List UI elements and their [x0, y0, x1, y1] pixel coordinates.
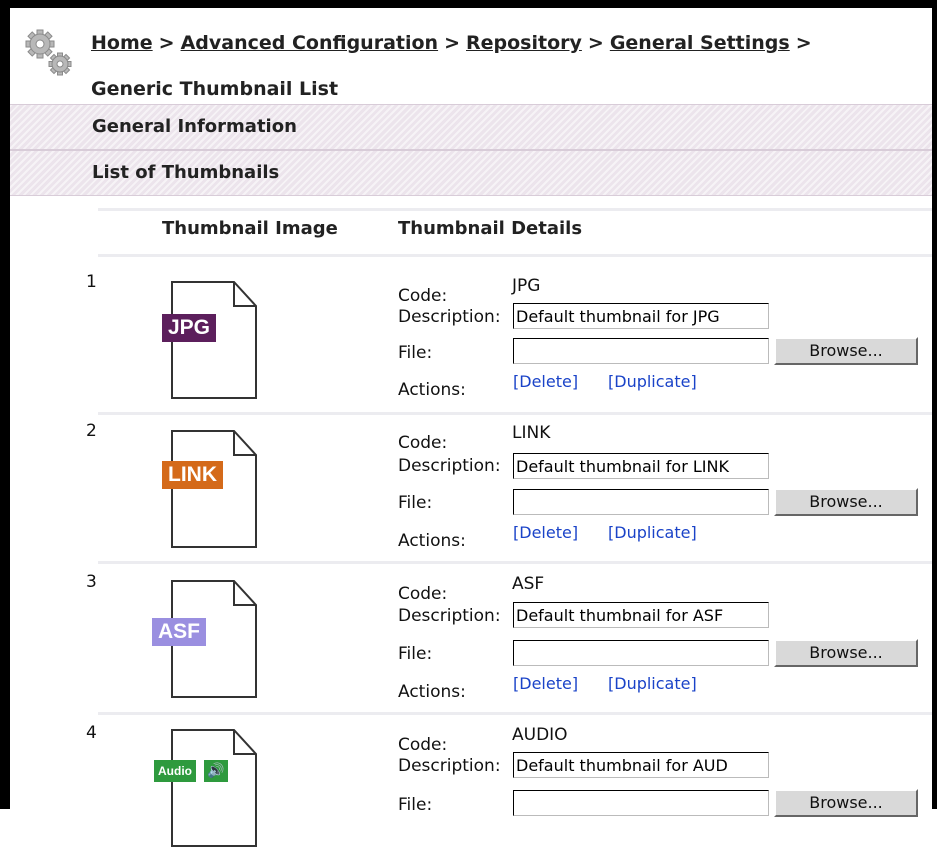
thumbnail-badge: Audio — [154, 760, 196, 782]
breadcrumb-home[interactable]: Home — [91, 32, 153, 54]
description-label: Description: — [398, 307, 501, 327]
code-value: LINK — [512, 423, 551, 443]
window-frame-left — [0, 0, 10, 809]
row-number: 1 — [86, 272, 97, 292]
description-label: Description: — [398, 756, 501, 776]
delete-link[interactable]: [Delete] — [513, 372, 578, 391]
description-label: Description: — [398, 456, 501, 476]
description-input[interactable] — [513, 303, 769, 329]
actions-label: Actions: — [398, 531, 466, 551]
browse-button[interactable]: Browse... — [774, 639, 918, 667]
file-input[interactable] — [513, 489, 769, 515]
thumbnail-badge: JPG — [162, 314, 217, 342]
file-label: File: — [398, 644, 433, 664]
code-label: Code: — [398, 286, 448, 306]
section-general-information[interactable]: General Information — [10, 104, 932, 150]
breadcrumb-separator: > — [795, 32, 812, 54]
divider — [98, 712, 932, 715]
duplicate-link[interactable]: [Duplicate] — [608, 372, 697, 391]
code-label: Code: — [398, 433, 448, 453]
thumbnail-image-audio: Audio 🔊 — [152, 718, 272, 848]
page-title: Generic Thumbnail List — [91, 78, 339, 100]
row-number: 2 — [86, 421, 97, 441]
description-label: Description: — [398, 606, 501, 626]
actions-label: Actions: — [398, 682, 466, 702]
divider — [98, 254, 932, 257]
row-number: 4 — [86, 723, 97, 743]
thumbnail-badge: ASF — [152, 618, 206, 646]
code-label: Code: — [398, 584, 448, 604]
file-input[interactable] — [513, 790, 769, 816]
code-value: ASF — [512, 574, 545, 594]
thumbnail-image-jpg: JPG — [152, 270, 272, 400]
delete-link[interactable]: [Delete] — [513, 674, 578, 693]
breadcrumb-general-settings[interactable]: General Settings — [610, 32, 790, 54]
code-value: AUDIO — [512, 725, 568, 745]
gears-icon — [20, 26, 80, 86]
breadcrumb-advanced-configuration[interactable]: Advanced Configuration — [181, 32, 439, 54]
thumbnail-image-link: LINK — [152, 419, 272, 549]
actions-label: Actions: — [398, 380, 466, 400]
browse-button[interactable]: Browse... — [774, 488, 918, 516]
thumbnail-image-asf: ASF — [152, 569, 272, 699]
divider — [98, 561, 932, 564]
breadcrumb: Home > Advanced Configuration > Repository > G… — [91, 30, 818, 57]
window-frame-right — [932, 0, 937, 809]
file-input[interactable] — [513, 338, 769, 364]
speaker-icon: 🔊 — [204, 760, 228, 782]
duplicate-link[interactable]: [Duplicate] — [608, 674, 697, 693]
file-label: File: — [398, 493, 433, 513]
breadcrumb-separator: > — [158, 32, 175, 54]
breadcrumb-repository[interactable]: Repository — [466, 32, 582, 54]
section-list-of-thumbnails[interactable]: List of Thumbnails — [10, 150, 932, 196]
file-label: File: — [398, 343, 433, 363]
section-general-information-label: General Information — [92, 116, 297, 137]
window-frame-top — [0, 0, 937, 8]
breadcrumb-separator: > — [587, 32, 604, 54]
divider — [98, 412, 932, 415]
description-input[interactable] — [513, 602, 769, 628]
duplicate-link[interactable]: [Duplicate] — [608, 523, 697, 542]
file-label: File: — [398, 795, 433, 815]
section-list-of-thumbnails-label: List of Thumbnails — [92, 162, 280, 183]
description-input[interactable] — [513, 453, 769, 479]
divider — [98, 208, 932, 211]
description-input[interactable] — [513, 752, 769, 778]
column-header-thumbnail-image: Thumbnail Image — [162, 218, 338, 239]
row-number: 3 — [86, 572, 97, 592]
breadcrumb-separator: > — [444, 32, 460, 54]
browse-button[interactable]: Browse... — [774, 789, 918, 817]
delete-link[interactable]: [Delete] — [513, 523, 578, 542]
thumbnail-badge: LINK — [162, 461, 223, 489]
browse-button[interactable]: Browse... — [774, 337, 918, 365]
file-input[interactable] — [513, 640, 769, 666]
code-value: JPG — [512, 276, 541, 296]
code-label: Code: — [398, 735, 448, 755]
column-header-thumbnail-details: Thumbnail Details — [398, 218, 583, 239]
